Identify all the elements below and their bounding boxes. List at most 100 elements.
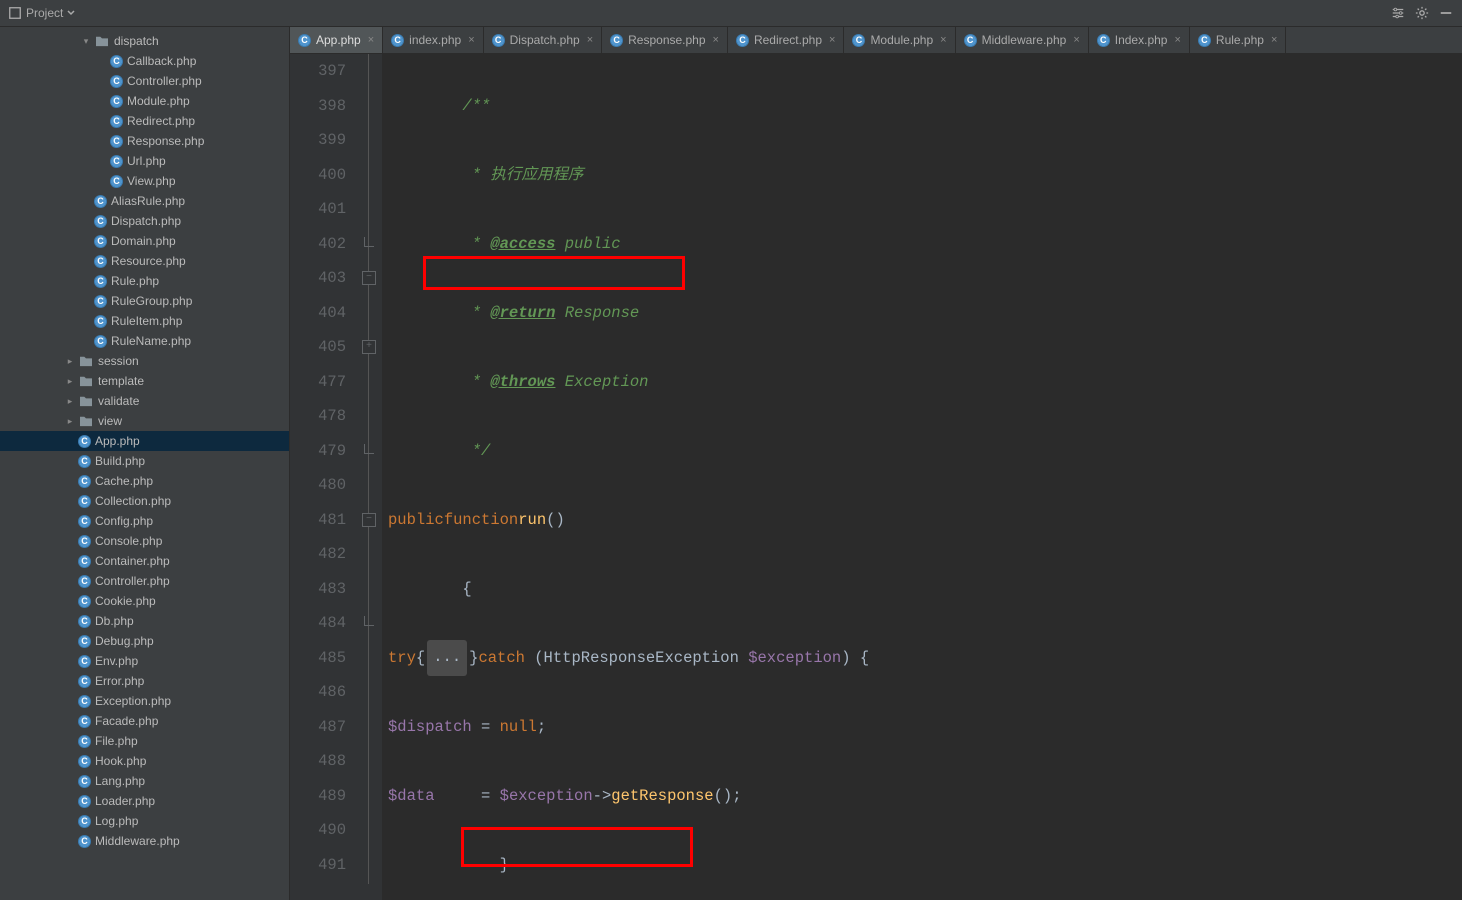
tree-file[interactable]: RuleName.php bbox=[0, 331, 289, 351]
tree-file[interactable]: Config.php bbox=[0, 511, 289, 531]
tree-folder[interactable]: ▸view bbox=[0, 411, 289, 431]
tree-arrow-icon[interactable] bbox=[96, 155, 108, 167]
line-number[interactable]: 401 bbox=[290, 192, 346, 227]
line-number[interactable]: 405 bbox=[290, 330, 346, 365]
tree-file[interactable]: Container.php bbox=[0, 551, 289, 571]
editor-tab[interactable]: Index.php× bbox=[1089, 27, 1190, 53]
tree-file[interactable]: Url.php bbox=[0, 151, 289, 171]
fold-end-icon[interactable] bbox=[364, 444, 374, 454]
tree-arrow-icon[interactable] bbox=[64, 815, 76, 827]
close-icon[interactable]: × bbox=[1271, 34, 1277, 46]
editor-tab[interactable]: index.php× bbox=[383, 27, 483, 53]
line-number[interactable]: 482 bbox=[290, 537, 346, 572]
tree-file[interactable]: Response.php bbox=[0, 131, 289, 151]
fold-start-icon[interactable]: − bbox=[362, 513, 376, 527]
tree-arrow-icon[interactable]: ▸ bbox=[64, 415, 76, 427]
tree-folder[interactable]: ▾dispatch bbox=[0, 31, 289, 51]
tree-arrow-icon[interactable] bbox=[64, 615, 76, 627]
tree-file[interactable]: RuleItem.php bbox=[0, 311, 289, 331]
line-number[interactable]: 491 bbox=[290, 848, 346, 883]
hide-icon[interactable] bbox=[1438, 5, 1454, 21]
tree-arrow-icon[interactable] bbox=[64, 435, 76, 447]
tree-arrow-icon[interactable] bbox=[64, 835, 76, 847]
gear-icon[interactable] bbox=[1414, 5, 1430, 21]
tree-file[interactable]: Module.php bbox=[0, 91, 289, 111]
project-tree[interactable]: ▾dispatch Callback.php Controller.php Mo… bbox=[0, 27, 290, 900]
close-icon[interactable]: × bbox=[1174, 34, 1180, 46]
tree-arrow-icon[interactable] bbox=[80, 195, 92, 207]
fold-pill[interactable]: ... bbox=[427, 640, 467, 677]
tree-arrow-icon[interactable] bbox=[64, 455, 76, 467]
line-number[interactable]: 404 bbox=[290, 296, 346, 331]
tree-file[interactable]: Callback.php bbox=[0, 51, 289, 71]
tree-file[interactable]: Cookie.php bbox=[0, 591, 289, 611]
line-number[interactable]: 481 bbox=[290, 503, 346, 538]
tree-arrow-icon[interactable]: ▾ bbox=[80, 35, 92, 47]
tree-arrow-icon[interactable] bbox=[64, 495, 76, 507]
tree-arrow-icon[interactable] bbox=[96, 75, 108, 87]
tree-arrow-icon[interactable] bbox=[64, 775, 76, 787]
tree-arrow-icon[interactable] bbox=[64, 795, 76, 807]
close-icon[interactable]: × bbox=[587, 34, 593, 46]
tree-arrow-icon[interactable] bbox=[64, 755, 76, 767]
line-number[interactable]: 399 bbox=[290, 123, 346, 158]
close-icon[interactable]: × bbox=[1073, 34, 1079, 46]
tree-file[interactable]: Console.php bbox=[0, 531, 289, 551]
code-content[interactable]: /** * 执行应用程序 * @access public * @return … bbox=[382, 54, 1462, 900]
line-number[interactable]: 485 bbox=[290, 641, 346, 676]
tree-file[interactable]: Db.php bbox=[0, 611, 289, 631]
line-number[interactable]: 477 bbox=[290, 365, 346, 400]
tree-folder[interactable]: ▸validate bbox=[0, 391, 289, 411]
tree-arrow-icon[interactable] bbox=[80, 255, 92, 267]
tune-icon[interactable] bbox=[1390, 5, 1406, 21]
tree-arrow-icon[interactable] bbox=[80, 315, 92, 327]
line-number[interactable]: 486 bbox=[290, 675, 346, 710]
tree-file[interactable]: Rule.php bbox=[0, 271, 289, 291]
tree-folder[interactable]: ▸template bbox=[0, 371, 289, 391]
fold-end-icon[interactable] bbox=[364, 237, 374, 247]
line-number[interactable]: 397 bbox=[290, 54, 346, 89]
tree-file[interactable]: Domain.php bbox=[0, 231, 289, 251]
tree-arrow-icon[interactable] bbox=[64, 735, 76, 747]
editor-tab[interactable]: Dispatch.php× bbox=[484, 27, 602, 53]
close-icon[interactable]: × bbox=[368, 34, 374, 46]
tree-arrow-icon[interactable] bbox=[80, 295, 92, 307]
line-number[interactable]: 400 bbox=[290, 158, 346, 193]
tree-file[interactable]: Cache.php bbox=[0, 471, 289, 491]
tree-file[interactable]: Build.php bbox=[0, 451, 289, 471]
line-number[interactable]: 489 bbox=[290, 779, 346, 814]
tree-arrow-icon[interactable] bbox=[80, 275, 92, 287]
tree-arrow-icon[interactable] bbox=[64, 715, 76, 727]
tree-arrow-icon[interactable]: ▸ bbox=[64, 355, 76, 367]
fold-end-icon[interactable] bbox=[364, 616, 374, 626]
tree-file[interactable]: View.php bbox=[0, 171, 289, 191]
tree-arrow-icon[interactable] bbox=[64, 635, 76, 647]
tree-file[interactable]: Lang.php bbox=[0, 771, 289, 791]
tree-arrow-icon[interactable] bbox=[64, 555, 76, 567]
line-number[interactable]: 480 bbox=[290, 468, 346, 503]
tree-file[interactable]: Collection.php bbox=[0, 491, 289, 511]
tree-file[interactable]: Env.php bbox=[0, 651, 289, 671]
tree-file[interactable]: File.php bbox=[0, 731, 289, 751]
close-icon[interactable]: × bbox=[940, 34, 946, 46]
close-icon[interactable]: × bbox=[713, 34, 719, 46]
tree-file[interactable]: Log.php bbox=[0, 811, 289, 831]
tree-arrow-icon[interactable] bbox=[96, 115, 108, 127]
close-icon[interactable]: × bbox=[468, 34, 474, 46]
tree-arrow-icon[interactable] bbox=[64, 575, 76, 587]
line-number[interactable]: 398 bbox=[290, 89, 346, 124]
line-number[interactable]: 402 bbox=[290, 227, 346, 262]
line-number[interactable]: 479 bbox=[290, 434, 346, 469]
tree-arrow-icon[interactable] bbox=[96, 95, 108, 107]
fold-start-icon[interactable]: − bbox=[362, 271, 376, 285]
tree-file[interactable]: Debug.php bbox=[0, 631, 289, 651]
tree-arrow-icon[interactable] bbox=[96, 55, 108, 67]
project-label[interactable]: Project bbox=[8, 6, 75, 20]
line-number[interactable]: 403 bbox=[290, 261, 346, 296]
tree-arrow-icon[interactable] bbox=[64, 475, 76, 487]
tree-arrow-icon[interactable] bbox=[96, 175, 108, 187]
tree-file[interactable]: Controller.php bbox=[0, 571, 289, 591]
tree-arrow-icon[interactable] bbox=[80, 335, 92, 347]
editor-tab[interactable]: Redirect.php× bbox=[728, 27, 844, 53]
tree-arrow-icon[interactable] bbox=[80, 235, 92, 247]
